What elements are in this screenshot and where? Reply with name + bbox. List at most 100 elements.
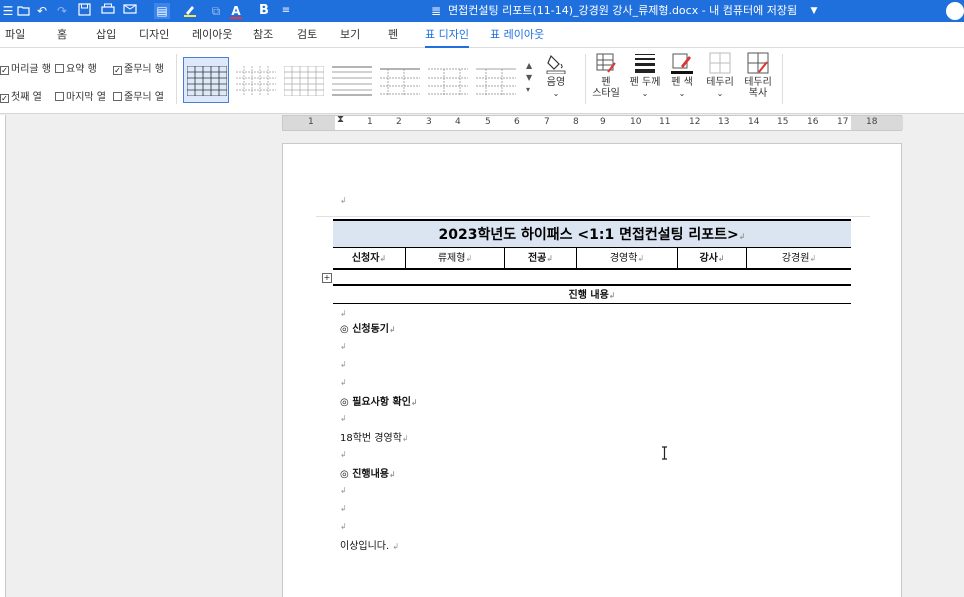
report-title-cell[interactable]: 2023학년도 하이패스 <1:1 면접컨설팅 리포트>↲ bbox=[333, 219, 851, 248]
highlight-icon[interactable] bbox=[182, 3, 198, 19]
gallery-scroll[interactable]: ▲ ▼ ▾ bbox=[526, 60, 536, 100]
title-bar: ☰ ↶ ↷ ▤ ⧉ A B ≡ ≣ 면접컨설팅 리포트(11-14)_강경원 강… bbox=[0, 0, 964, 22]
banded-rows-checkbox[interactable]: ✓ 줄무늬 행 bbox=[113, 60, 164, 75]
tab-table-layout[interactable]: 표 레이아웃 bbox=[490, 22, 544, 48]
checkbox-icon bbox=[55, 64, 64, 73]
tab-references[interactable]: 참조 bbox=[253, 22, 273, 48]
more-icon[interactable]: ≡ bbox=[278, 3, 294, 19]
header-line bbox=[316, 216, 870, 217]
chevron-down-icon: ⌄ bbox=[641, 89, 649, 98]
ribbon-divider bbox=[782, 54, 783, 104]
tab-table-design[interactable]: 표 디자인 bbox=[425, 22, 469, 48]
teacher-cell[interactable]: 강경원↲ bbox=[747, 248, 851, 270]
pen-color-button[interactable]: 펜 색 ⌄ bbox=[668, 52, 696, 108]
last-column-checkbox[interactable]: 마지막 열 bbox=[55, 88, 106, 103]
ruler-number: 4 bbox=[455, 117, 461, 127]
table-style-plain-4[interactable] bbox=[376, 57, 422, 103]
tab-file[interactable]: 파일 bbox=[5, 22, 25, 48]
ruler-number: 9 bbox=[600, 117, 606, 127]
shading-button[interactable]: 음영 ⌄ bbox=[542, 52, 570, 108]
chevron-down-icon[interactable]: ▼ bbox=[806, 3, 822, 19]
major-cell[interactable]: 경영학↲ bbox=[577, 248, 678, 270]
header-mark: ↲ bbox=[340, 196, 347, 205]
save-icon[interactable] bbox=[76, 3, 92, 19]
tab-pen[interactable]: 펜 bbox=[388, 22, 398, 48]
total-row-checkbox[interactable]: 요약 행 bbox=[55, 60, 97, 75]
border-painter-icon bbox=[747, 52, 769, 74]
print-icon[interactable] bbox=[100, 3, 116, 19]
bold-icon[interactable]: B bbox=[256, 3, 272, 19]
indent-marker[interactable]: ⧗ bbox=[337, 114, 344, 125]
applicant-label-cell[interactable]: 신청자↲ bbox=[333, 248, 406, 270]
pen-weight-icon bbox=[634, 52, 656, 74]
teacher-label-cell[interactable]: 강사↲ bbox=[678, 248, 747, 270]
copy-format-icon[interactable]: ⧉ bbox=[208, 3, 224, 19]
redo-icon[interactable]: ↷ bbox=[54, 3, 70, 19]
pen-style-icon bbox=[595, 52, 617, 74]
app-menu-icon[interactable]: ☰ bbox=[0, 3, 16, 19]
horizontal-ruler[interactable]: 1 ⧗ 1 2 3 4 5 6 7 8 9 10 11 12 13 14 15 … bbox=[282, 114, 903, 131]
avatar[interactable] bbox=[946, 2, 964, 20]
borders-icon bbox=[709, 52, 731, 74]
applicant-cell[interactable]: 류제형↲ bbox=[406, 248, 505, 270]
border-painter-button[interactable]: 테두리 복사 bbox=[742, 52, 774, 108]
tab-design[interactable]: 디자인 bbox=[139, 22, 169, 48]
table-style-plain-3[interactable] bbox=[328, 57, 374, 103]
empty-paragraph: ↲ bbox=[340, 486, 347, 495]
table-style-gallery bbox=[180, 57, 540, 109]
table-style-plain-5[interactable] bbox=[424, 57, 470, 103]
mail-icon[interactable] bbox=[122, 3, 138, 19]
bullet-requirements[interactable]: ◎ 필요사항 확인↲ bbox=[340, 393, 418, 408]
pen-style-button[interactable]: 펜 스타일 bbox=[592, 52, 620, 108]
ruler-number: 1 bbox=[367, 117, 373, 127]
table-move-handle-icon[interactable]: + bbox=[322, 273, 332, 283]
empty-paragraph: ↲ bbox=[340, 504, 347, 513]
header-row-checkbox[interactable]: ✓ 머리글 행 bbox=[0, 60, 51, 75]
checkbox-icon: ✓ bbox=[0, 94, 9, 103]
closing-line[interactable]: 이상입니다. ↲ bbox=[340, 537, 399, 552]
table-style-plain-6[interactable] bbox=[472, 57, 518, 103]
table-style-grid[interactable] bbox=[183, 57, 229, 103]
document-title[interactable]: 면접컨설팅 리포트(11-14)_강경원 강사_류제형.docx - 내 컴퓨터… bbox=[448, 3, 797, 19]
student-info-line[interactable]: 18학번 경영학↲ bbox=[340, 429, 409, 444]
ruler-number: 11 bbox=[659, 117, 671, 127]
banded-columns-checkbox[interactable]: 줄무늬 열 bbox=[113, 88, 164, 103]
ruler-number: 6 bbox=[514, 117, 520, 127]
pen-weight-button[interactable]: 펜 두께 ⌄ bbox=[628, 52, 662, 108]
document-icon: ≣ bbox=[430, 4, 442, 18]
ruler-number: 8 bbox=[573, 117, 579, 127]
document-page[interactable] bbox=[282, 143, 902, 597]
checkbox-icon: ✓ bbox=[113, 66, 122, 75]
empty-paragraph: ↲ bbox=[340, 450, 347, 459]
section-title-cell[interactable]: 진행 내용↲ bbox=[333, 284, 851, 304]
tab-review[interactable]: 검토 bbox=[297, 22, 317, 48]
shading-icon bbox=[545, 52, 567, 75]
bullet-progress[interactable]: ◎ 진행내용↲ bbox=[340, 465, 396, 480]
ribbon-divider bbox=[176, 54, 177, 104]
first-column-checkbox[interactable]: ✓ 첫째 열 bbox=[0, 88, 42, 103]
ruler-number: 14 bbox=[748, 117, 760, 127]
open-folder-icon[interactable] bbox=[16, 3, 32, 19]
tab-insert[interactable]: 삽입 bbox=[96, 22, 116, 48]
menu-bar: 파일 홈 삽입 디자인 레이아웃 참조 검토 보기 펜 표 디자인 표 레이아웃… bbox=[0, 22, 964, 67]
tab-view[interactable]: 보기 bbox=[340, 22, 360, 48]
ruler-number: 7 bbox=[544, 117, 550, 127]
table-style-plain-1[interactable] bbox=[232, 57, 278, 103]
ruler-number: 3 bbox=[426, 117, 432, 127]
text-cursor-icon bbox=[661, 446, 668, 460]
vertical-ruler bbox=[0, 115, 6, 597]
major-label-cell[interactable]: 전공↲ bbox=[505, 248, 577, 270]
checkbox-icon: ✓ bbox=[0, 66, 9, 75]
borders-button[interactable]: 테두리 ⌄ bbox=[704, 52, 736, 108]
table-style-plain-2[interactable] bbox=[280, 57, 326, 103]
tab-layout[interactable]: 레이아웃 bbox=[192, 22, 232, 48]
font-color-icon[interactable]: A bbox=[228, 3, 244, 19]
ribbon-divider bbox=[585, 54, 586, 104]
undo-icon[interactable]: ↶ bbox=[34, 3, 50, 19]
chevron-down-icon: ⌄ bbox=[552, 89, 560, 98]
tab-home[interactable]: 홈 bbox=[57, 22, 67, 48]
bullet-application-motive[interactable]: ◎ 신청동기↲ bbox=[340, 320, 396, 335]
paste-icon[interactable]: ▤ bbox=[154, 3, 170, 19]
empty-paragraph: ↲ bbox=[340, 378, 347, 387]
empty-paragraph: ↲ bbox=[340, 522, 347, 531]
